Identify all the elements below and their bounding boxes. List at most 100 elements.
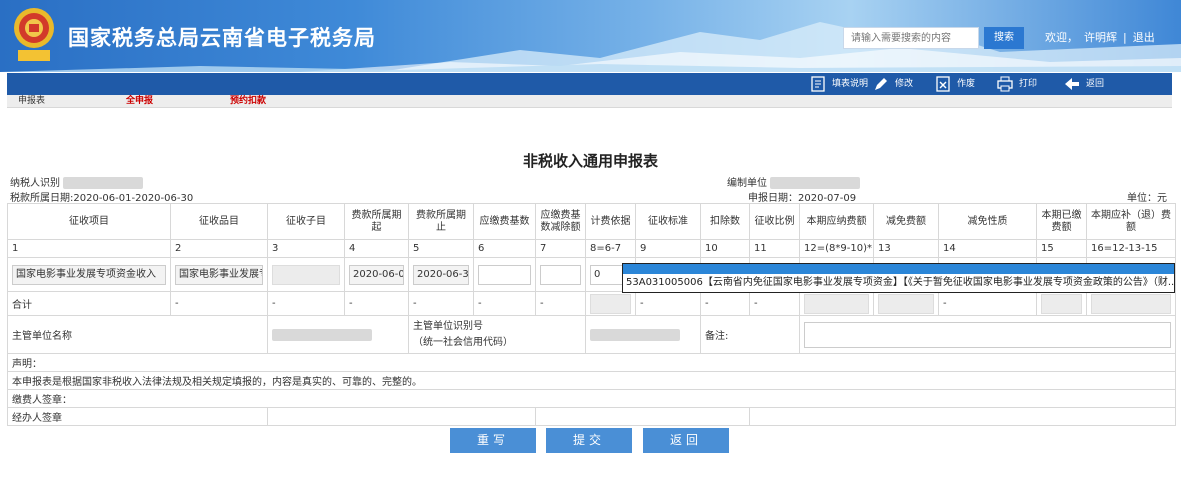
col-header: 减免性质	[938, 203, 1037, 240]
col-header: 费款所属期止	[408, 203, 474, 240]
user-name[interactable]: 许明辉	[1084, 31, 1117, 44]
site-title: 国家税务总局云南省电子税务局	[68, 26, 376, 50]
void-document-icon	[936, 75, 950, 92]
period-start-input[interactable]: 2020-06-01	[349, 264, 404, 285]
supervisor-name-label: 主管单位名称	[7, 315, 268, 354]
declare-date-label: 申报日期：2020-07-09	[748, 193, 857, 204]
search-input[interactable]	[843, 27, 979, 49]
declaration-label: 声明：	[7, 353, 1176, 372]
declaration-text: 本申报表是根据国家非税收入法律法规及相关规定填报的，内容是真实的、可靠的、完整的…	[7, 371, 1176, 390]
welcome-text: 欢迎，	[1045, 31, 1078, 44]
tax-bureau-logo	[14, 8, 54, 61]
payer-sign-row: 缴费人签章：	[7, 389, 1176, 408]
tab-full-declaration[interactable]: 全申报	[126, 95, 153, 108]
dropdown-option[interactable]: 53A031005006【云南省内免征国家电影事业发展专项资金】【《关于暂免征收…	[623, 274, 1174, 292]
pencil-icon	[875, 77, 887, 90]
declaration-table: 征收项目 征收品目 征收子目 费款所属期起 费款所属期止 应缴费基数 应缴费基数…	[7, 203, 1176, 426]
user-area: 欢迎， 许明辉 | 退出	[1045, 29, 1161, 45]
period-end-input[interactable]: 2020-06-30	[413, 264, 469, 285]
back-button[interactable]: 返回	[643, 428, 729, 453]
fill-instructions-button[interactable]: 填表说明	[810, 75, 868, 93]
fee-base-input[interactable]	[478, 264, 531, 285]
col-number: 13	[873, 239, 939, 258]
col-number: 3	[267, 239, 345, 258]
item-select[interactable]: 国家电影事业发展专项资金收入	[12, 264, 166, 285]
base-deduction-input[interactable]	[540, 264, 581, 285]
dash: -	[938, 291, 1037, 316]
total-refund-field	[1091, 293, 1171, 314]
rewrite-button[interactable]: 重写	[450, 428, 536, 453]
total-paid-field	[1041, 293, 1082, 314]
col-header: 征收比例	[749, 203, 800, 240]
supervisor-id-sub: （统一社会信用代码）	[413, 336, 513, 348]
col-number: 5	[408, 239, 474, 258]
subitem-select[interactable]: 国家电影事业发展专	[175, 264, 263, 285]
toolbar: 填表说明 修改 作废 打印 返回	[7, 73, 1172, 95]
logout-link[interactable]: 退出	[1133, 31, 1155, 44]
col-number: 8=6-7	[585, 239, 636, 258]
void-label: 作废	[957, 79, 976, 89]
dropdown-highlight-bar	[623, 264, 1174, 274]
col-number: 1	[7, 239, 171, 258]
col-header: 本期应补（退）费额	[1086, 203, 1176, 240]
search-button[interactable]: 搜索	[984, 27, 1024, 49]
remark-label: 备注:	[700, 315, 800, 354]
table-header-row: 征收项目 征收品目 征收子目 费款所属期起 费款所属期止 应缴费基数 应缴费基数…	[7, 203, 1176, 240]
col-header: 费款所属期起	[344, 203, 409, 240]
dash: -	[473, 291, 536, 316]
supervisor-id-label-cell: 主管单位识别号 （统一社会信用代码）	[408, 315, 586, 354]
total-payable-field	[804, 293, 869, 314]
form-title: 非税收入通用申报表	[522, 152, 658, 170]
col-number: 4	[344, 239, 409, 258]
supervisor-id-label: 主管单位识别号	[413, 320, 483, 332]
printer-icon	[997, 76, 1013, 91]
taxpayer-id-label: 纳税人识别	[10, 174, 144, 189]
submit-button[interactable]: 提交	[546, 428, 632, 453]
agent-sign-label: 经办人签章	[7, 407, 268, 426]
col-header: 本期应纳费额	[799, 203, 874, 240]
back-arrow-icon	[1065, 77, 1079, 90]
separator: |	[1123, 31, 1127, 44]
col-number: 9	[635, 239, 701, 258]
unit-label: 单位：元	[1127, 193, 1167, 204]
total-label: 合计	[7, 291, 171, 316]
col-header: 减免费额	[873, 203, 939, 240]
col-number: 2	[170, 239, 268, 258]
reduction-nature-dropdown[interactable]: 53A031005006【云南省内免征国家电影事业发展专项资金】【《关于暂免征收…	[622, 263, 1175, 293]
supervisor-id-value	[590, 328, 680, 341]
dash: -	[267, 291, 345, 316]
dash: -	[635, 291, 701, 316]
back-toolbar-button[interactable]: 返回	[1064, 75, 1104, 93]
tab-advance-deduction[interactable]: 预约扣款	[230, 95, 266, 108]
dash: -	[700, 291, 750, 316]
fill-instructions-label: 填表说明	[832, 79, 869, 89]
column-number-row: 1 2 3 4 5 6 7 8=6-7 9 10 11 12=(8*9-10)*…	[7, 239, 1176, 258]
remark-input[interactable]	[804, 321, 1171, 348]
col-number: 7	[535, 239, 586, 258]
col-header: 应缴费基数	[473, 203, 536, 240]
void-button[interactable]: 作废	[935, 75, 975, 93]
col-number: 12=(8*9-10)*11	[799, 239, 874, 258]
tab-row: 申报表 全申报 预约扣款	[7, 95, 1172, 108]
col-header: 扣除数	[700, 203, 750, 240]
sub-category-select[interactable]	[272, 264, 340, 285]
col-number: 10	[700, 239, 750, 258]
col-header: 征收项目	[7, 203, 171, 240]
modify-button[interactable]: 修改	[873, 75, 913, 93]
declaration-text-row: 本申报表是根据国家非税收入法律法规及相关规定填报的，内容是真实的、可靠的、完整的…	[7, 371, 1176, 390]
compiler-label: 编制单位	[727, 174, 861, 189]
col-number: 14	[938, 239, 1037, 258]
total-row: 合计 - - - - - - - - - -	[7, 291, 1176, 316]
print-button[interactable]: 打印	[997, 75, 1037, 93]
tab-declaration-form[interactable]: 申报表	[18, 95, 45, 108]
dash: -	[535, 291, 586, 316]
dash: -	[344, 291, 409, 316]
page: 国家税务总局云南省电子税务局 搜索 欢迎， 许明辉 | 退出 填表说明 修改 作废 打…	[0, 0, 1181, 485]
modify-label: 修改	[895, 79, 914, 89]
col-header: 本期已缴费额	[1036, 203, 1087, 240]
col-header: 应缴费基数减除额	[535, 203, 586, 240]
col-number: 6	[473, 239, 536, 258]
declaration-row: 声明：	[7, 353, 1176, 372]
print-label: 打印	[1019, 79, 1038, 89]
total-basis-field	[590, 293, 631, 314]
